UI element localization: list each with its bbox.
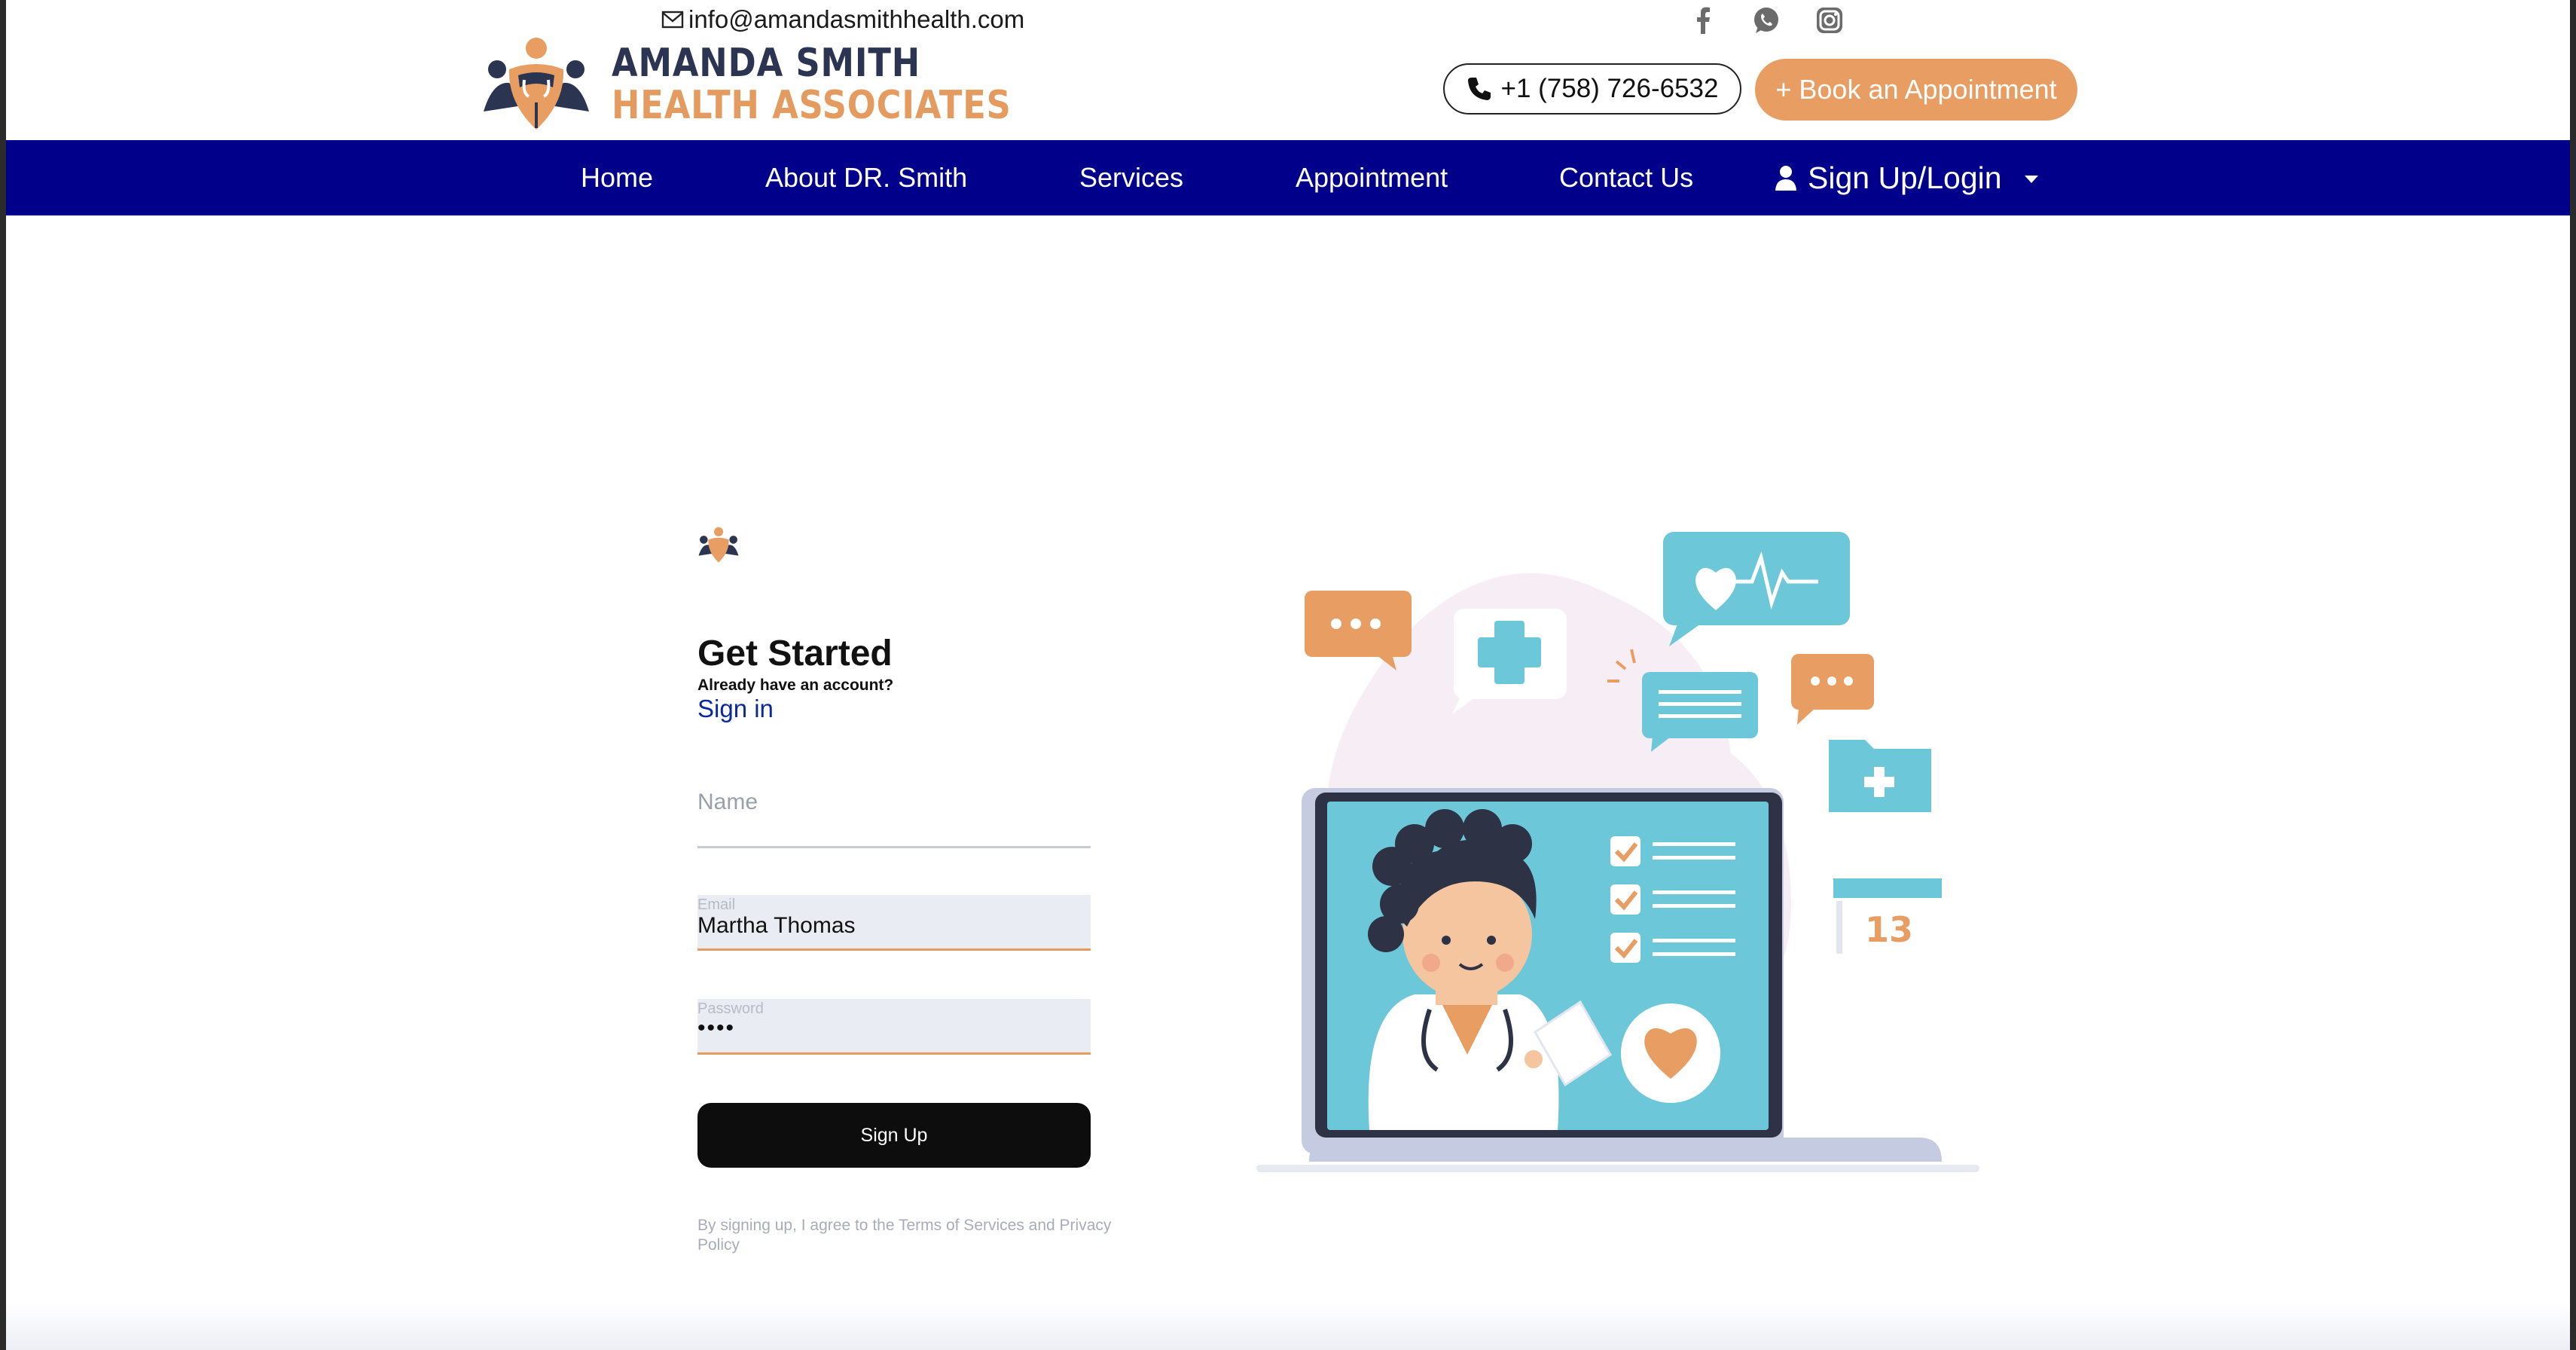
nav-signup-login[interactable]: Sign Up/Login <box>1775 140 2038 215</box>
phone-button[interactable]: +1 (758) 726-6532 <box>1443 63 1741 115</box>
top-header: info@amandasmithhealth.com AMANDA SMITH … <box>6 0 2570 140</box>
telehealth-illustration: 13 <box>1256 532 1979 1172</box>
medical-cross-bubble <box>1452 609 1567 714</box>
ground-line <box>1256 1165 1979 1172</box>
email-link[interactable]: info@amandasmithhealth.com <box>661 5 1024 35</box>
password-field[interactable]: Password •••• <box>697 999 1091 1055</box>
calendar-icon: 13 <box>1833 878 1942 961</box>
nav-login-label: Sign Up/Login <box>1808 160 2002 195</box>
sign-in-link[interactable]: Sign in <box>697 695 774 723</box>
user-icon <box>1775 166 1796 191</box>
name-field[interactable]: Name <box>697 783 1091 848</box>
chat-bubble-orange-right <box>1791 654 1874 725</box>
phone-icon <box>1467 78 1491 100</box>
chevron-down-icon <box>2024 176 2038 183</box>
small-logo-icon <box>698 527 739 563</box>
browser-page: info@amandasmithhealth.com AMANDA SMITH … <box>6 0 2570 1350</box>
logo-line1: AMANDA SMITH <box>612 41 921 86</box>
instagram-icon[interactable] <box>1812 3 1847 38</box>
nav-services[interactable]: Services <box>1079 140 1183 215</box>
nav-contact[interactable]: Contact Us <box>1559 140 1693 215</box>
nav-appointment[interactable]: Appointment <box>1296 140 1448 215</box>
bottom-shadow <box>6 1303 2570 1350</box>
email-value: Martha Thomas <box>697 913 856 938</box>
nav-about[interactable]: About DR. Smith <box>765 140 967 215</box>
nav-home[interactable]: Home <box>581 140 653 215</box>
logo-mark-icon <box>484 38 589 130</box>
heartbeat-bubble <box>1663 532 1850 646</box>
facebook-icon[interactable] <box>1686 3 1720 38</box>
calendar-day: 13 <box>1865 909 1913 950</box>
already-account-text: Already have an account? <box>697 677 894 694</box>
email-label: Email <box>697 896 736 913</box>
name-placeholder: Name <box>697 790 758 814</box>
sign-up-button[interactable]: Sign Up <box>697 1103 1091 1168</box>
folder-icon <box>1829 740 1931 812</box>
site-logo[interactable]: AMANDA SMITH HEALTH ASSOCIATES <box>481 33 1076 136</box>
book-appointment-button[interactable]: + Book an Appointment <box>1755 59 2077 121</box>
main-nav: Home About DR. Smith Services Appointmen… <box>6 140 2570 215</box>
email-field[interactable]: Email Martha Thomas <box>697 895 1091 951</box>
email-text: info@amandasmithhealth.com <box>688 5 1025 33</box>
terms-text: By signing up, I agree to the Terms of S… <box>697 1217 1112 1254</box>
password-value: •••• <box>697 1016 736 1040</box>
logo-line2: HEALTH ASSOCIATES <box>612 83 1012 128</box>
form-title: Get Started <box>697 634 893 673</box>
mail-icon <box>661 11 684 29</box>
phone-number: +1 (758) 726-6532 <box>1500 74 1719 103</box>
whatsapp-icon[interactable] <box>1749 3 1784 38</box>
